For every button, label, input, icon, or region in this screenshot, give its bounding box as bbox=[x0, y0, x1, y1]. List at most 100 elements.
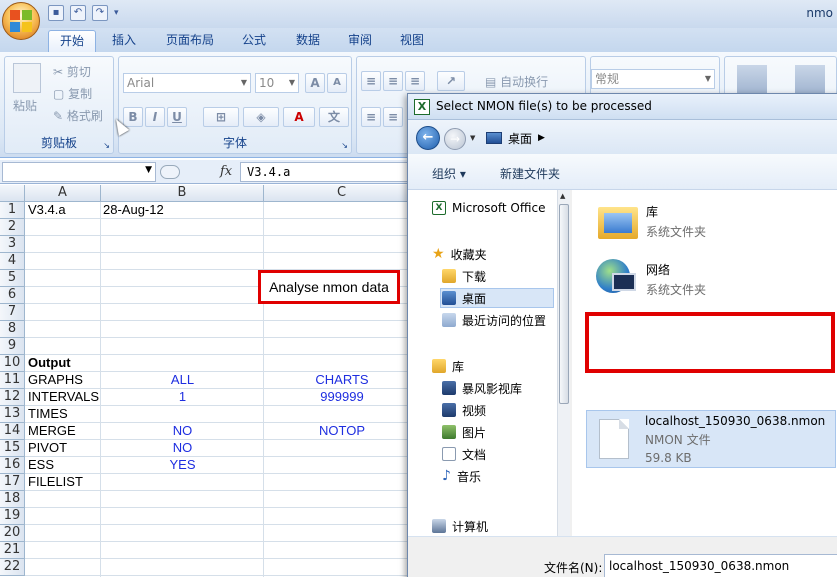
nav-computer[interactable]: 计算机 bbox=[432, 516, 488, 536]
column-header-b[interactable]: B bbox=[101, 185, 264, 202]
row-header[interactable]: 19 bbox=[0, 508, 25, 525]
file-item-nmon[interactable]: localhost_150930_0638.nmon NMON 文件 59.8 … bbox=[586, 410, 836, 468]
cell-c14[interactable]: NOTOP bbox=[264, 423, 420, 439]
align-bottom-icon[interactable]: ≡ bbox=[405, 71, 425, 91]
insert-function-icon[interactable]: fx bbox=[220, 164, 232, 179]
cut-button[interactable]: ✂ 剪切 bbox=[53, 63, 91, 80]
new-folder-button[interactable]: 新建文件夹 bbox=[500, 165, 560, 182]
wrap-text-button[interactable]: ▤ 自动换行 bbox=[485, 73, 548, 90]
nav-documents[interactable]: 文档 bbox=[442, 444, 486, 464]
cell-c12[interactable]: 999999 bbox=[264, 389, 420, 405]
paste-button[interactable]: 粘贴 bbox=[13, 97, 37, 114]
italic-button[interactable]: I bbox=[145, 107, 165, 127]
align-middle-icon[interactable]: ≡ bbox=[383, 71, 403, 91]
column-header-c[interactable]: C bbox=[264, 185, 420, 202]
row-header[interactable]: 9 bbox=[0, 338, 25, 355]
cell-b14[interactable]: NO bbox=[101, 423, 264, 439]
forward-button[interactable]: → bbox=[444, 128, 466, 150]
scroll-up-icon[interactable]: ▲ bbox=[560, 192, 565, 200]
row-header[interactable]: 20 bbox=[0, 525, 25, 542]
nav-pictures[interactable]: 图片 bbox=[442, 422, 486, 442]
row-header[interactable]: 4 bbox=[0, 253, 25, 270]
cell-a14[interactable]: MERGE bbox=[28, 423, 100, 439]
conditional-format-icon[interactable] bbox=[737, 65, 767, 95]
save-icon[interactable]: ▪ bbox=[48, 5, 64, 21]
fill-color-button[interactable]: ◈ bbox=[243, 107, 279, 127]
number-format-select[interactable]: 常规 ▼ bbox=[591, 69, 715, 89]
font-dialog-launcher-icon[interactable]: ↘ bbox=[341, 141, 348, 150]
tab-page-layout[interactable]: 页面布局 bbox=[158, 30, 222, 52]
name-box-dropdown-icon[interactable]: ▼ bbox=[145, 165, 152, 175]
name-box[interactable]: ▼ bbox=[2, 162, 156, 182]
nav-desktop[interactable]: 桌面 bbox=[440, 288, 554, 308]
cell-b16[interactable]: YES bbox=[101, 457, 264, 473]
tab-review[interactable]: 审阅 bbox=[338, 30, 382, 52]
row-header[interactable]: 1 bbox=[0, 202, 25, 219]
cell-b1[interactable]: 28-Aug-12 bbox=[103, 202, 266, 218]
shrink-font-button[interactable]: A bbox=[327, 73, 347, 93]
row-header[interactable]: 13 bbox=[0, 406, 25, 423]
row-header[interactable]: 18 bbox=[0, 491, 25, 508]
tab-view[interactable]: 视图 bbox=[390, 30, 434, 52]
nav-music[interactable]: ♪ 音乐 bbox=[442, 466, 481, 486]
row-header[interactable]: 7 bbox=[0, 304, 25, 321]
orientation-icon[interactable]: ↗ bbox=[437, 71, 465, 91]
row-header[interactable]: 22 bbox=[0, 559, 25, 576]
qat-customize-icon[interactable]: ▾ bbox=[114, 8, 119, 18]
borders-button[interactable]: ⊞ bbox=[203, 107, 239, 127]
row-header[interactable]: 2 bbox=[0, 219, 25, 236]
align-top-icon[interactable]: ≡ bbox=[361, 71, 381, 91]
paste-icon[interactable] bbox=[13, 63, 41, 93]
align-left-icon[interactable]: ≡ bbox=[361, 107, 381, 127]
column-header-a[interactable]: A bbox=[25, 185, 101, 202]
nav-microsoft-office[interactable]: X Microsoft Office bbox=[432, 198, 545, 218]
underline-button[interactable]: U bbox=[167, 107, 187, 127]
row-header[interactable]: 10 bbox=[0, 355, 25, 372]
nav-storm-video[interactable]: 暴风影视库 bbox=[442, 378, 522, 398]
nav-libraries[interactable]: 库 bbox=[432, 356, 464, 376]
file-item-library[interactable]: 库系统文件夹 bbox=[594, 196, 706, 246]
cell-a15[interactable]: PIVOT bbox=[28, 440, 100, 456]
cell-a11[interactable]: GRAPHS bbox=[28, 372, 100, 388]
cell-a17[interactable]: FILELIST bbox=[28, 474, 100, 490]
row-header[interactable]: 5 bbox=[0, 270, 25, 287]
undo-icon[interactable]: ↶ bbox=[70, 5, 86, 21]
row-header[interactable]: 15 bbox=[0, 440, 25, 457]
select-all-corner[interactable] bbox=[0, 185, 25, 202]
cell-a10[interactable]: Output bbox=[28, 355, 100, 371]
nav-recent[interactable]: 最近访问的位置 bbox=[442, 310, 546, 330]
nav-videos[interactable]: 视频 bbox=[442, 400, 486, 420]
row-header[interactable]: 3 bbox=[0, 236, 25, 253]
row-header[interactable]: 21 bbox=[0, 542, 25, 559]
cell-a1[interactable]: V3.4.a bbox=[28, 202, 100, 218]
redo-icon[interactable]: ↷ bbox=[92, 5, 108, 21]
tab-insert[interactable]: 插入 bbox=[104, 30, 144, 52]
phonetic-button[interactable]: 文 bbox=[319, 107, 349, 127]
row-header[interactable]: 17 bbox=[0, 474, 25, 491]
nav-scrollbar[interactable]: ▲ ▼ bbox=[557, 190, 570, 577]
breadcrumb-chevron-icon[interactable]: ▶ bbox=[538, 133, 545, 143]
cell-b12[interactable]: 1 bbox=[101, 389, 264, 405]
row-header[interactable]: 16 bbox=[0, 457, 25, 474]
nav-favorites[interactable]: ★ 收藏夹 bbox=[432, 244, 487, 264]
expand-toggle-icon[interactable] bbox=[160, 165, 180, 179]
history-dropdown-icon[interactable]: ▼ bbox=[470, 134, 475, 142]
row-header[interactable]: 14 bbox=[0, 423, 25, 440]
row-header[interactable]: 12 bbox=[0, 389, 25, 406]
cell-b15[interactable]: NO bbox=[101, 440, 264, 456]
file-item-network[interactable]: 网络 系统文件夹 bbox=[594, 254, 706, 304]
scroll-thumb[interactable] bbox=[559, 204, 569, 404]
breadcrumb-desktop[interactable]: 桌面 bbox=[508, 130, 532, 147]
font-family-select[interactable]: Arial ▼ bbox=[123, 73, 251, 93]
font-color-button[interactable]: A bbox=[283, 107, 315, 127]
cell-a13[interactable]: TIMES bbox=[28, 406, 100, 422]
cell-a12[interactable]: INTERVALS bbox=[28, 389, 100, 405]
cell-a16[interactable]: ESS bbox=[28, 457, 100, 473]
copy-button[interactable]: ▢ 复制 bbox=[53, 85, 92, 102]
tab-data[interactable]: 数据 bbox=[286, 30, 330, 52]
tab-home[interactable]: 开始 bbox=[48, 30, 96, 52]
cell-b11[interactable]: ALL bbox=[101, 372, 264, 388]
organize-button[interactable]: 组织 ▾ bbox=[432, 165, 466, 182]
cell-c11[interactable]: CHARTS bbox=[264, 372, 420, 388]
clipboard-dialog-launcher-icon[interactable]: ↘ bbox=[103, 141, 110, 150]
